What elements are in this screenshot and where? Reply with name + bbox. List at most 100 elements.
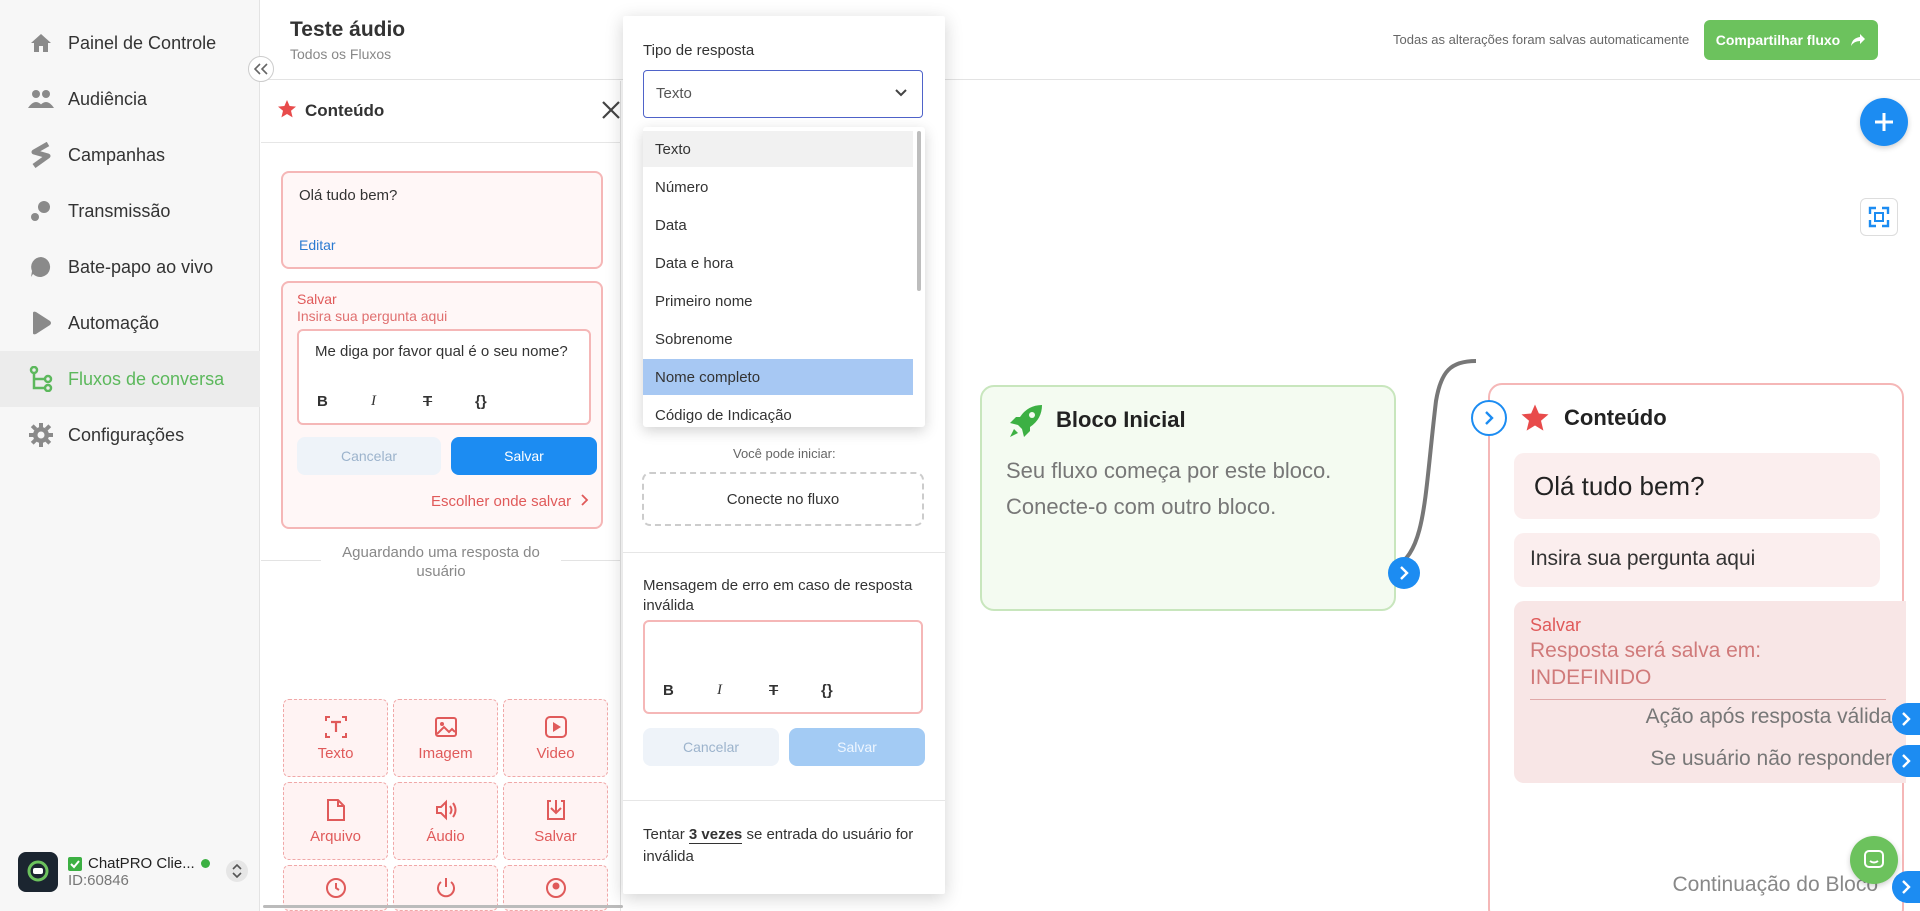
share-flow-button[interactable]: Compartilhar fluxo (1704, 20, 1878, 60)
italic-button[interactable]: I (717, 682, 722, 699)
waiting-response-label: Aguardando uma resposta do usuário (321, 543, 561, 581)
horizontal-scrollbar[interactable] (263, 905, 623, 908)
tool-label: Imagem (418, 744, 473, 762)
content-message-text: Olá tudo bem? (1534, 471, 1705, 501)
nav-item-campaigns[interactable]: Campanhas (0, 127, 260, 183)
valid-response-connector[interactable] (1892, 703, 1920, 735)
retry-prefix: Tentar (643, 826, 685, 843)
close-icon[interactable] (601, 95, 621, 127)
users-icon (28, 86, 54, 112)
download-icon (546, 799, 565, 820)
plus-icon (1875, 113, 1893, 131)
add-block-button[interactable] (1860, 98, 1908, 146)
question-input[interactable]: Me diga por favor qual é o seu nome? B I… (297, 329, 591, 425)
collapse-sidebar-button[interactable] (248, 56, 274, 82)
no-reply-connector[interactable] (1892, 745, 1920, 777)
flow-icon (28, 366, 54, 392)
nav-item-broadcast[interactable]: Transmissão (0, 183, 260, 239)
chevron-right-icon (581, 494, 589, 506)
bold-button[interactable]: B (663, 682, 674, 699)
chevron-right-icon (1902, 880, 1911, 894)
response-type-select[interactable]: Texto (643, 70, 923, 118)
message-card[interactable]: Olá tudo bem? Editar (281, 171, 603, 269)
option-datetime[interactable]: Data e hora (643, 245, 913, 281)
option-text[interactable]: Texto (643, 131, 913, 167)
start-output-connector[interactable] (1388, 557, 1420, 589)
option-number[interactable]: Número (643, 169, 913, 205)
broadcast-icon (28, 198, 54, 224)
cancel-button[interactable]: Cancelar (297, 437, 441, 475)
star-icon (277, 99, 297, 124)
online-status-icon (200, 859, 210, 868)
question-card: Salvar Insira sua pergunta aqui Me diga … (281, 281, 603, 529)
response-type-label: Tipo de resposta (643, 42, 755, 59)
switch-account-icon[interactable] (226, 860, 248, 882)
chevron-right-icon (1485, 411, 1494, 425)
chat-bubble-icon (28, 254, 54, 280)
nav-label: Audiência (68, 88, 148, 109)
option-referral-code[interactable]: Código de Indicação (643, 397, 913, 427)
user-circle-icon (545, 878, 566, 898)
flow-title[interactable]: Teste áudio (290, 18, 405, 42)
error-message-input[interactable]: B I T {} (643, 620, 923, 714)
choose-save-location-link[interactable]: Escolher onde salvar (431, 493, 589, 510)
response-type-value: Texto (656, 85, 692, 102)
save-button[interactable]: Salvar (789, 728, 925, 766)
breadcrumb[interactable]: Todos os Fluxos (290, 46, 391, 62)
cancel-button[interactable]: Cancelar (643, 728, 779, 766)
save-button[interactable]: Salvar (451, 437, 597, 475)
star-icon (1520, 403, 1550, 438)
content-message-bubble: Olá tudo bem? (1514, 453, 1880, 519)
dropdown-scrollbar[interactable] (917, 131, 921, 291)
continuation-connector[interactable] (1892, 871, 1920, 903)
italic-button[interactable]: I (371, 393, 376, 410)
tool-label: Salvar (534, 827, 577, 845)
add-file-button[interactable]: Arquivo (283, 782, 388, 860)
nav-item-conversation-flows[interactable]: Fluxos de conversa (0, 351, 260, 407)
chevron-right-icon (1902, 754, 1911, 768)
content-block[interactable]: Conteúdo Olá tudo bem? Insira sua pergun… (1488, 383, 1906, 911)
variable-button[interactable]: {} (821, 682, 833, 699)
image-icon (434, 716, 457, 737)
edit-link[interactable]: Editar (299, 237, 336, 253)
strikethrough-button[interactable]: T (769, 682, 778, 699)
share-label: Compartilhar fluxo (1715, 32, 1841, 48)
no-reply-action-label: Se usuário não responder (1650, 747, 1892, 770)
whatsapp-check-icon (68, 856, 82, 871)
bold-button[interactable]: B (317, 393, 328, 410)
connect-flow-button[interactable]: Conecte no fluxo (642, 472, 924, 526)
option-date[interactable]: Data (643, 207, 913, 243)
option-last-name[interactable]: Sobrenome (643, 321, 913, 357)
content-question-text: Insira sua pergunta aqui (1530, 547, 1756, 570)
save-label: Salvar (297, 291, 337, 307)
account-switcher[interactable]: ChatPRO Clie... ID:60846 (18, 850, 248, 894)
variable-button[interactable]: {} (475, 393, 487, 410)
nav-label: Campanhas (68, 144, 166, 165)
fullscreen-button[interactable] (1860, 198, 1898, 236)
nav-item-dashboard[interactable]: Painel de Controle (0, 15, 260, 71)
nav-item-automation[interactable]: Automação (0, 295, 260, 351)
add-text-button[interactable]: Texto (283, 699, 388, 777)
content-panel: Conteúdo Olá tudo bem? Editar Salvar Ins… (261, 81, 623, 911)
tool-label: Áudio (426, 827, 465, 845)
retry-count[interactable]: 3 vezes (688, 826, 743, 844)
nav-item-live-chat[interactable]: Bate-papo ao vivo (0, 239, 260, 295)
content-block-title: Conteúdo (1564, 405, 1667, 430)
strikethrough-button[interactable]: T (423, 393, 432, 410)
sidebar: Painel de Controle Audiência Campanhas T… (0, 0, 260, 911)
add-audio-button[interactable]: Áudio (393, 782, 498, 860)
add-save-button[interactable]: Salvar (503, 782, 608, 860)
content-input-connector[interactable] (1471, 400, 1507, 436)
power-icon (436, 878, 455, 898)
start-block[interactable]: Bloco Inicial Seu fluxo começa por este … (980, 385, 1396, 611)
add-image-button[interactable]: Imagem (393, 699, 498, 777)
support-chat-button[interactable] (1850, 836, 1898, 884)
nav-label: Fluxos de conversa (68, 368, 225, 389)
option-full-name[interactable]: Nome completo (643, 359, 913, 395)
retry-setting: Tentar 3 vezes se entrada do usuário for… (643, 824, 933, 868)
nav-item-audience[interactable]: Audiência (0, 71, 260, 127)
nav-item-settings[interactable]: Configurações (0, 407, 260, 463)
add-video-button[interactable]: Video (503, 699, 608, 777)
tool-label: Arquivo (310, 827, 361, 845)
option-first-name[interactable]: Primeiro nome (643, 283, 913, 319)
